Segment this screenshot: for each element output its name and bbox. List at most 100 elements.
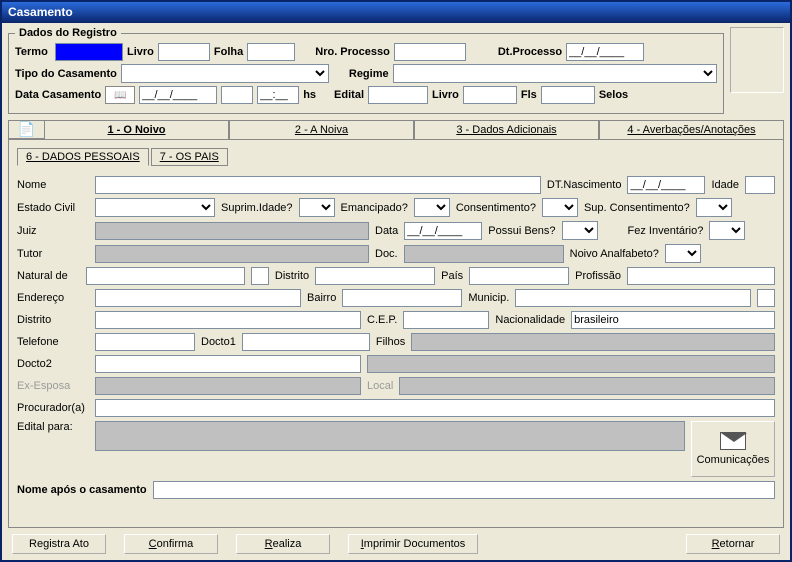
filhos-input[interactable] bbox=[411, 333, 775, 351]
emancipado-select[interactable] bbox=[414, 198, 450, 217]
emancipado-label: Emancipado? bbox=[341, 202, 408, 214]
noivo-panel: 6 - DADOS PESSOAIS 7 - OS PAIS Nome DT.N… bbox=[8, 140, 784, 528]
registro-legend: Dados do Registro bbox=[15, 27, 121, 39]
edital-input[interactable] bbox=[368, 86, 428, 104]
data-label: Data bbox=[375, 225, 398, 237]
bairro-input[interactable] bbox=[342, 289, 462, 307]
natural-de-input[interactable] bbox=[86, 267, 245, 285]
nome-input[interactable] bbox=[95, 176, 541, 194]
folha-label: Folha bbox=[214, 46, 243, 58]
docto1-input[interactable] bbox=[242, 333, 370, 351]
comunicacoes-button[interactable]: Comunicações bbox=[691, 421, 775, 477]
hora-input[interactable] bbox=[257, 86, 299, 104]
distrito2-input[interactable] bbox=[95, 311, 361, 329]
data-casamento-input[interactable] bbox=[139, 86, 217, 104]
procurador-label: Procurador(a) bbox=[17, 402, 89, 414]
main-tabs: 📄 1 - O Noivo 2 - A Noiva 3 - Dados Adic… bbox=[8, 120, 784, 140]
juiz-label: Juiz bbox=[17, 225, 89, 237]
tutor-label: Tutor bbox=[17, 248, 89, 260]
local-input bbox=[399, 377, 775, 395]
pais-input[interactable] bbox=[469, 267, 569, 285]
estado-civil-select[interactable] bbox=[95, 198, 215, 217]
doc-input[interactable] bbox=[404, 245, 564, 263]
procurador-input[interactable] bbox=[95, 399, 775, 417]
possui-bens-select[interactable] bbox=[562, 221, 598, 240]
tab-averbacoes[interactable]: 4 - Averbações/Anotações bbox=[599, 120, 784, 139]
retornar-button[interactable]: Retornar bbox=[686, 534, 780, 554]
endereco-input[interactable] bbox=[95, 289, 301, 307]
distrito-input[interactable] bbox=[315, 267, 435, 285]
natural-de-uf-input[interactable] bbox=[251, 267, 269, 285]
selos-label: Selos bbox=[599, 89, 628, 101]
filhos-label: Filhos bbox=[376, 336, 405, 348]
tipo-casamento-select[interactable] bbox=[121, 64, 329, 83]
tutor-input[interactable] bbox=[95, 245, 369, 263]
livro2-input[interactable] bbox=[463, 86, 517, 104]
cep-input[interactable] bbox=[403, 311, 489, 329]
confirma-button[interactable]: Confirma bbox=[124, 534, 218, 554]
content-area: Dados do Registro Termo Livro Folha Nro.… bbox=[2, 23, 790, 560]
tab-dados-adicionais[interactable]: 3 - Dados Adicionais bbox=[414, 120, 599, 139]
tab-noivo[interactable]: 1 - O Noivo bbox=[44, 120, 229, 139]
noivo-analfabeto-select[interactable] bbox=[665, 244, 701, 263]
docto2-input[interactable] bbox=[95, 355, 361, 373]
telefone-input[interactable] bbox=[95, 333, 195, 351]
edital-label: Edital bbox=[334, 89, 364, 101]
fez-inventario-label: Fez Inventário? bbox=[628, 225, 704, 237]
fls-input[interactable] bbox=[541, 86, 595, 104]
subtab-os-pais[interactable]: 7 - OS PAIS bbox=[151, 148, 228, 166]
realiza-button[interactable]: Realiza bbox=[236, 534, 330, 554]
nro-processo-input[interactable] bbox=[394, 43, 466, 61]
nacionalidade-label: Nacionalidade bbox=[495, 314, 565, 326]
fez-inventario-select[interactable] bbox=[709, 221, 745, 240]
livro-input[interactable] bbox=[158, 43, 210, 61]
juiz-input[interactable] bbox=[95, 222, 369, 240]
nome-label: Nome bbox=[17, 179, 89, 191]
termo-label: Termo bbox=[15, 46, 51, 58]
telefone-label: Telefone bbox=[17, 336, 89, 348]
distrito2-label: Distrito bbox=[17, 314, 89, 326]
hs-label: hs bbox=[303, 89, 316, 101]
municip-input[interactable] bbox=[515, 289, 751, 307]
natural-de-label: Natural de bbox=[17, 270, 80, 282]
profissao-input[interactable] bbox=[627, 267, 775, 285]
imprimir-button[interactable]: Imprimir Documentos bbox=[348, 534, 478, 554]
bairro-label: Bairro bbox=[307, 292, 336, 304]
livro2-label: Livro bbox=[432, 89, 459, 101]
data-input[interactable] bbox=[404, 222, 482, 240]
data-casamento-extra-input[interactable] bbox=[221, 86, 253, 104]
docto2-label: Docto2 bbox=[17, 358, 89, 370]
regime-select[interactable] bbox=[393, 64, 717, 83]
doc-label: Doc. bbox=[375, 248, 398, 260]
book-icon[interactable]: 📖 bbox=[105, 86, 135, 104]
subtab-dados-pessoais[interactable]: 6 - DADOS PESSOAIS bbox=[17, 148, 149, 166]
edital-para-textarea[interactable] bbox=[95, 421, 685, 451]
comunicacoes-label: Comunicações bbox=[697, 454, 770, 466]
form-area: Nome DT.Nascimento Idade Estado Civil Su… bbox=[17, 176, 775, 499]
nacionalidade-input[interactable] bbox=[571, 311, 775, 329]
profissao-label: Profissão bbox=[575, 270, 621, 282]
consentimento-select[interactable] bbox=[542, 198, 578, 217]
suprim-idade-label: Suprim.Idade? bbox=[221, 202, 293, 214]
idade-input[interactable] bbox=[745, 176, 775, 194]
edital-para-label: Edital para: bbox=[17, 421, 89, 433]
selos-box[interactable] bbox=[730, 27, 784, 93]
nome-apos-input[interactable] bbox=[153, 481, 775, 499]
suprim-idade-select[interactable] bbox=[299, 198, 335, 217]
sup-consentimento-select[interactable] bbox=[696, 198, 732, 217]
endereco-label: Endereço bbox=[17, 292, 89, 304]
footer-buttons: Registra Ato Confirma Realiza Imprimir D… bbox=[8, 528, 784, 554]
registra-ato-button[interactable]: Registra Ato bbox=[12, 534, 106, 554]
municip-uf-input[interactable] bbox=[757, 289, 775, 307]
dt-nasc-input[interactable] bbox=[627, 176, 705, 194]
idade-label: Idade bbox=[711, 179, 739, 191]
tab-noiva[interactable]: 2 - A Noiva bbox=[229, 120, 414, 139]
data-casamento-label: Data Casamento bbox=[15, 89, 101, 101]
termo-input[interactable] bbox=[55, 43, 123, 61]
folha-input[interactable] bbox=[247, 43, 295, 61]
tab-icon[interactable]: 📄 bbox=[8, 120, 44, 139]
dt-processo-input[interactable] bbox=[566, 43, 644, 61]
registro-wrapper: Dados do Registro Termo Livro Folha Nro.… bbox=[8, 27, 784, 118]
distrito-label: Distrito bbox=[275, 270, 309, 282]
docto2-extra-input[interactable] bbox=[367, 355, 775, 373]
